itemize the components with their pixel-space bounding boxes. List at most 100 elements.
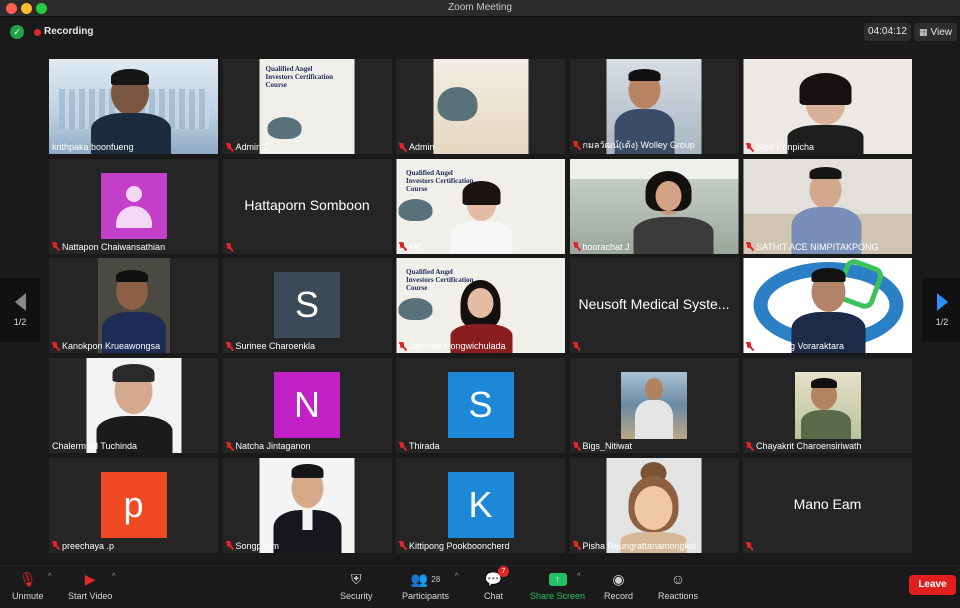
- chevron-right-icon: [936, 293, 948, 311]
- share-options-chevron-icon[interactable]: ^: [577, 573, 580, 580]
- participant-tile[interactable]: Sine Ponpicha: [743, 59, 912, 154]
- participant-name: preechaya .p: [52, 541, 114, 551]
- participant-tile[interactable]: S Surinee Charoenkla: [222, 258, 392, 354]
- muted-mic-icon: [52, 541, 59, 550]
- participant-tile[interactable]: กมลวัฒน์(เต้ง) Wolley Group: [569, 59, 739, 154]
- slide-title-line1: Qualified Angel: [406, 168, 453, 177]
- muted-mic-icon: [746, 441, 753, 451]
- participant-tile[interactable]: Pisha Reungrattanamongkol: [569, 457, 739, 553]
- participant-tile[interactable]: Hattaporn Somboon: [222, 158, 392, 254]
- next-page-indicator: 1/2: [935, 317, 949, 327]
- participant-tile[interactable]: K Kittipong Pookbooncherd: [396, 457, 565, 553]
- prev-page-button[interactable]: 1/2: [0, 278, 40, 342]
- start-video-button[interactable]: ▶ Start Video: [68, 570, 113, 602]
- initial-avatar: K: [447, 471, 514, 538]
- participant-tile[interactable]: Mano Eam: [743, 457, 912, 553]
- recording-dot-icon: [34, 29, 41, 36]
- chat-unread-badge: 7: [498, 566, 509, 577]
- participant-name: Kanokpon Krueawongsa: [52, 341, 160, 351]
- participant-name: Surinee Charoenkla: [226, 341, 315, 351]
- participant-tile[interactable]: S Thirada: [396, 358, 565, 454]
- participant-name: Burapong Voraraktara: [746, 341, 844, 351]
- participants-button[interactable]: 👥 28 Participants: [402, 570, 450, 602]
- muted-mic-icon: [573, 140, 580, 150]
- participant-name-muted: [573, 342, 580, 351]
- view-button[interactable]: ▦ View: [914, 23, 957, 41]
- participant-name-muted: [226, 242, 233, 252]
- participant-name: SATHIT ACE NIMPITAKPONG: [746, 242, 879, 252]
- video-options-chevron-icon[interactable]: ^: [112, 573, 115, 580]
- initial-avatar: N: [274, 372, 340, 439]
- participants-options-chevron-icon[interactable]: ^: [455, 573, 458, 580]
- slide-title-line3: Course: [265, 81, 287, 90]
- participant-tile[interactable]: Qualified Angel Investors Certification …: [396, 258, 565, 354]
- participant-tile[interactable]: Kanokpon Krueawongsa: [49, 258, 218, 354]
- participant-name: MC: [399, 242, 423, 252]
- muted-mic-icon: [573, 441, 580, 451]
- unmute-label: Unmute: [12, 591, 44, 601]
- unmute-button[interactable]: 🎙 Unmute: [12, 570, 44, 602]
- audio-options-chevron-icon[interactable]: ^: [48, 573, 51, 580]
- participant-tile[interactable]: Qualified Angel Investors Certification …: [222, 59, 392, 154]
- participant-tile[interactable]: N Natcha Jintaganon: [222, 358, 392, 454]
- participant-tile[interactable]: Neusoft Medical Syste...: [569, 258, 739, 354]
- muted-mic-icon: [226, 541, 233, 550]
- muted-mic-icon: [399, 541, 406, 550]
- slide-title-line2: Investors Certification: [406, 176, 474, 185]
- meeting-topbar: ✓ Recording 04:04:12 ▦ View: [0, 17, 960, 49]
- participant-name: Bigs_Nitiwat: [573, 441, 632, 451]
- participant-tile[interactable]: Chalermpol Tuchinda: [49, 358, 218, 454]
- participant-name: Jarunee Hongwichulada: [399, 341, 506, 351]
- participant-name: Pisha Reungrattanamongkol: [573, 541, 696, 551]
- participant-tile[interactable]: krithpaka boonfueng: [49, 59, 218, 154]
- participant-tile[interactable]: Nattapon Chaiwansathian: [49, 158, 218, 254]
- initial-avatar: p: [100, 471, 167, 538]
- participant-name: krithpaka boonfueng: [52, 142, 134, 152]
- participant-name-muted: [746, 541, 753, 551]
- participant-name: Natcha Jintaganon: [226, 441, 311, 451]
- muted-mic-icon: [399, 341, 406, 351]
- leave-button[interactable]: Leave: [909, 575, 956, 595]
- grid-icon: ▦: [918, 26, 928, 37]
- participant-tile[interactable]: Chayakrit Charoensiriwath: [743, 358, 912, 454]
- muted-mic-icon: [226, 142, 233, 152]
- start-video-label: Start Video: [68, 591, 113, 601]
- participant-tile[interactable]: p preechaya .p: [49, 457, 218, 553]
- participant-name: Songpoom: [226, 541, 279, 551]
- record-label: Record: [604, 591, 634, 601]
- window-title: Zoom Meeting: [448, 2, 512, 13]
- participant-name: Chayakrit Charoensiriwath: [746, 441, 862, 451]
- recording-label: Recording: [44, 26, 94, 37]
- participants-label: Participants: [402, 591, 450, 601]
- participant-name: กมลวัฒน์(เต้ง) Wolley Group: [573, 138, 695, 152]
- reactions-icon: ☺: [670, 571, 686, 587]
- participant-name: Kittipong Pookbooncherd: [399, 541, 510, 551]
- participant-tile[interactable]: Burapong Voraraktara: [743, 258, 912, 354]
- record-button[interactable]: ◉ Record: [604, 570, 634, 602]
- turtle-image: [437, 87, 477, 121]
- encryption-shield-icon[interactable]: ✓: [10, 25, 24, 39]
- security-label: Security: [340, 591, 373, 601]
- slide-title-line1: Qualified Angel: [265, 65, 313, 73]
- participant-tile[interactable]: Songpoom: [222, 457, 392, 553]
- default-avatar: [100, 172, 167, 239]
- participant-tile[interactable]: boorachat J: [569, 158, 739, 254]
- participant-name: boorachat J: [573, 242, 630, 252]
- view-button-label: View: [930, 26, 953, 38]
- participant-tile[interactable]: Admin: [396, 59, 565, 154]
- participant-display-name: Neusoft Medical Syste...: [578, 296, 730, 313]
- next-page-button[interactable]: 1/2: [922, 278, 960, 342]
- person-silhouette-icon: [114, 184, 154, 228]
- muted-mic-icon: [573, 541, 580, 550]
- participant-tile[interactable]: SATHIT ACE NIMPITAKPONG: [743, 158, 912, 254]
- record-icon: ◉: [612, 570, 625, 587]
- participant-display-name: Mano Eam: [793, 495, 862, 512]
- participant-tile[interactable]: Qualified Angel Investors Certification …: [396, 158, 565, 254]
- participant-tile[interactable]: Bigs_Nitiwat: [569, 358, 739, 454]
- gallery-grid: krithpaka boonfueng Qualified Angel Inve…: [49, 59, 912, 553]
- share-screen-icon: ↑: [548, 570, 567, 588]
- reactions-button[interactable]: ☺ Reactions: [658, 570, 698, 601]
- security-button[interactable]: ⛨ Security: [340, 570, 373, 602]
- initial-avatar: S: [274, 272, 340, 339]
- muted-mic-icon: [746, 541, 753, 551]
